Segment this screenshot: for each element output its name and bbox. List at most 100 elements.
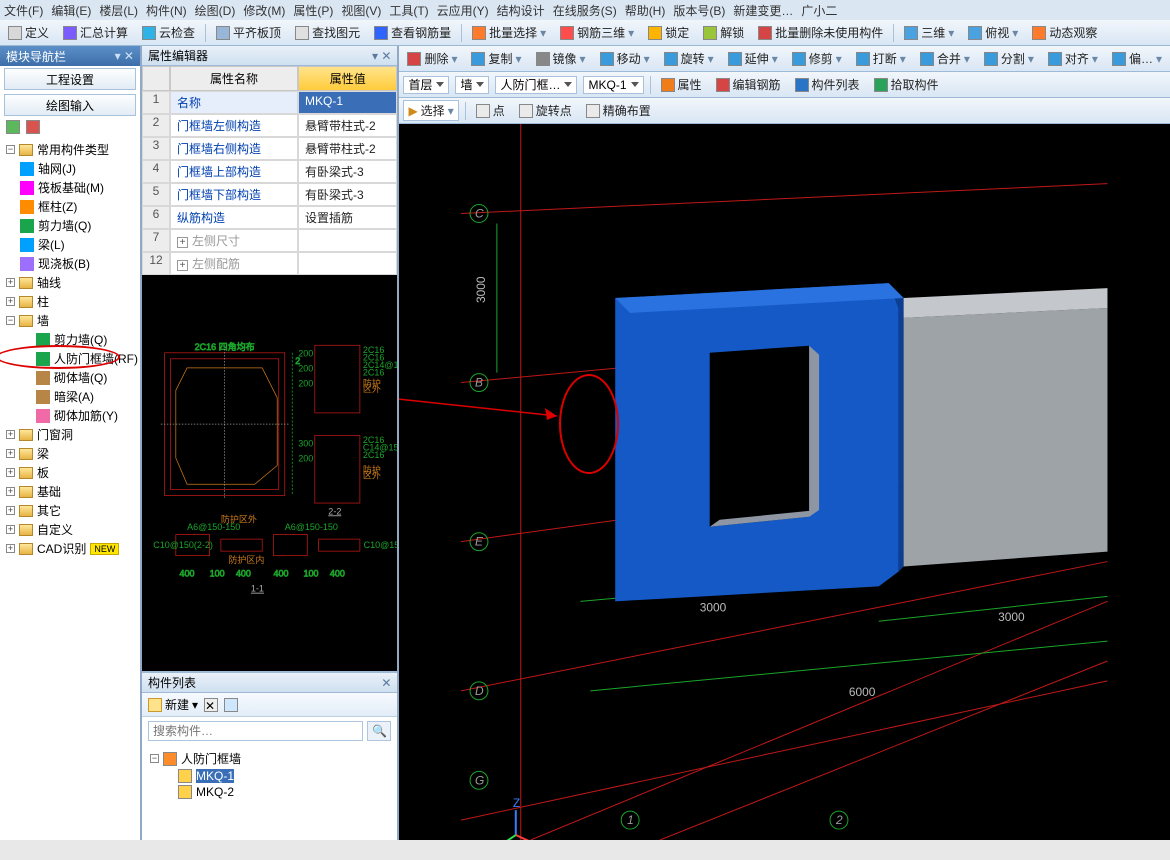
tree-leaf[interactable]: 筏板基础(M): [2, 178, 138, 197]
context-dropdown[interactable]: 人防门框…: [495, 76, 577, 94]
prop-row[interactable]: 6纵筋构造设置插筋: [142, 206, 397, 229]
menu-item[interactable]: 帮助(H): [625, 2, 666, 19]
edit-btn[interactable]: 对齐 ▾: [1044, 49, 1102, 68]
detail-drawing[interactable]: 2C16 四角均布 2 2C162C16 2C14@1502C16 2C16C1…: [142, 275, 397, 671]
toolbar-btn[interactable]: 查看钢筋量: [370, 23, 455, 42]
tree-group[interactable]: + 基础: [2, 482, 138, 501]
tree-leaf[interactable]: 框柱(Z): [2, 197, 138, 216]
tab-draw-input[interactable]: 绘图输入: [4, 94, 136, 116]
tree-leaf[interactable]: 剪力墙(Q): [2, 216, 138, 235]
prop-row[interactable]: 1名称MKQ-1: [142, 91, 397, 114]
menu-item[interactable]: 构件(N): [146, 2, 187, 19]
toolbar-btn[interactable]: 俯视▾: [964, 23, 1022, 42]
menu-item[interactable]: 属性(P): [293, 2, 333, 19]
context-tool[interactable]: 属性: [657, 75, 706, 94]
tree-leaf[interactable]: 现浇板(B): [2, 254, 138, 273]
tree-leaf[interactable]: 暗梁(A): [2, 387, 138, 406]
toolbar-btn[interactable]: 批量删除未使用构件: [754, 23, 887, 42]
tree-group[interactable]: + 轴线: [2, 273, 138, 292]
menu-item[interactable]: 在线服务(S): [553, 2, 617, 19]
menu-item[interactable]: 结构设计: [497, 2, 545, 19]
edit-btn[interactable]: 复制 ▾: [467, 49, 525, 68]
clist-search-input[interactable]: [148, 721, 363, 741]
edit-btn[interactable]: 延伸 ▾: [724, 49, 782, 68]
clist-delete-icon[interactable]: ✕: [204, 698, 218, 712]
context-dropdown[interactable]: 墙: [455, 76, 489, 94]
menu-item[interactable]: 工具(T): [389, 2, 428, 19]
edit-toolbar[interactable]: 删除 ▾ 复制 ▾ 镜像 ▾ 移动 ▾ 旋转 ▾ 延伸 ▾ 修剪 ▾ 打断 ▾ 合并 ▾ 分割 ▾…: [399, 46, 1170, 72]
tree-leaf[interactable]: 砌体加筋(Y): [2, 406, 138, 425]
tree-root[interactable]: − 常用构件类型: [2, 140, 138, 159]
menu-item[interactable]: 云应用(Y): [437, 2, 489, 19]
menu-item[interactable]: 新建变更…: [733, 2, 793, 19]
placement-btn[interactable]: 旋转点: [515, 101, 576, 120]
tree-leaf[interactable]: 轴网(J): [2, 159, 138, 178]
tab-project-settings[interactable]: 工程设置: [4, 68, 136, 90]
select-button[interactable]: ▶ 选择 ▾: [403, 100, 458, 121]
edit-btn[interactable]: 打断 ▾: [852, 49, 910, 68]
clist-root[interactable]: − 人防门框墙: [150, 749, 389, 768]
tree-group[interactable]: + 门窗洞: [2, 425, 138, 444]
edit-btn[interactable]: 修剪 ▾: [788, 49, 846, 68]
remove-icon[interactable]: [26, 120, 40, 134]
edit-btn[interactable]: 删除 ▾: [403, 49, 461, 68]
clist-tree[interactable]: − 人防门框墙 MKQ-1 MKQ-2: [142, 745, 397, 840]
clist-item[interactable]: MKQ-2: [150, 784, 389, 800]
clist-copy-icon[interactable]: [224, 698, 238, 712]
prop-row[interactable]: 7+左侧尺寸: [142, 229, 397, 252]
edit-btn[interactable]: 合并 ▾: [916, 49, 974, 68]
context-toolbar[interactable]: 首层墙人防门框…MKQ-1属性编辑钢筋构件列表拾取构件: [399, 72, 1170, 98]
toolbar-btn[interactable]: 批量选择▾: [468, 23, 550, 42]
edit-btn[interactable]: 分割 ▾: [980, 49, 1038, 68]
add-icon[interactable]: [6, 120, 20, 134]
property-grid[interactable]: 属性名称 属性值 1名称MKQ-12门框墙左侧构造悬臂带柱式-23门框墙右侧构造…: [142, 66, 397, 275]
placement-btn[interactable]: 精确布置: [582, 101, 655, 120]
tree-toolbar[interactable]: [0, 118, 140, 136]
placement-toolbar[interactable]: ▶ 选择 ▾ 点旋转点精确布置: [399, 98, 1170, 124]
context-dropdown[interactable]: MKQ-1: [583, 76, 643, 94]
tree-group[interactable]: + 其它: [2, 501, 138, 520]
menu-item[interactable]: 版本号(B): [673, 2, 725, 19]
edit-btn[interactable]: 镜像 ▾: [532, 49, 590, 68]
tree-leaf[interactable]: 剪力墙(Q): [2, 330, 138, 349]
menu-item[interactable]: 绘图(D): [195, 2, 236, 19]
menu-item[interactable]: 广小二: [801, 2, 837, 19]
tree-group[interactable]: + 自定义: [2, 520, 138, 539]
nav-panel-controls[interactable]: ▾ ✕: [115, 49, 134, 63]
toolbar-btn[interactable]: 查找图元: [291, 23, 364, 42]
clist-item[interactable]: MKQ-1: [150, 768, 389, 784]
menu-item[interactable]: 文件(F): [4, 2, 43, 19]
toolbar-btn[interactable]: 钢筋三维▾: [556, 23, 638, 42]
toolbar-btn[interactable]: 平齐板顶: [212, 23, 285, 42]
tree-group[interactable]: + 板: [2, 463, 138, 482]
clist-new-button[interactable]: 新建 ▾: [148, 696, 198, 713]
edit-btn[interactable]: 旋转 ▾: [660, 49, 718, 68]
tree-group[interactable]: + 柱: [2, 292, 138, 311]
edit-btn[interactable]: 移动 ▾: [596, 49, 654, 68]
menu-item[interactable]: 编辑(E): [51, 2, 91, 19]
prop-row[interactable]: 4门框墙上部构造有卧梁式-3: [142, 160, 397, 183]
toolbar-btn[interactable]: 云检查: [138, 23, 199, 42]
prop-row[interactable]: 2门框墙左侧构造悬臂带柱式-2: [142, 114, 397, 137]
placement-btn[interactable]: 点: [472, 101, 509, 120]
toolbar-btn[interactable]: 三维▾: [900, 23, 958, 42]
toolbar-btn[interactable]: 定义: [4, 23, 53, 42]
menu-item[interactable]: 修改(M): [243, 2, 285, 19]
prop-close-icon[interactable]: ▾ ✕: [372, 49, 391, 63]
clist-search-go[interactable]: 🔍: [367, 721, 391, 741]
toolbar-btn[interactable]: 汇总计算: [59, 23, 132, 42]
prop-row[interactable]: 12+左侧配筋: [142, 252, 397, 275]
tree-leaf[interactable]: 砌体墙(Q): [2, 368, 138, 387]
toolbar-btn[interactable]: 锁定: [644, 23, 693, 42]
tree-group[interactable]: − 墙: [2, 311, 138, 330]
toolbar-btn[interactable]: 动态观察: [1028, 23, 1101, 42]
context-dropdown[interactable]: 首层: [403, 76, 449, 94]
tree-group[interactable]: + 梁: [2, 444, 138, 463]
menu-item[interactable]: 视图(V): [341, 2, 381, 19]
context-tool[interactable]: 构件列表: [791, 75, 864, 94]
main-toolbar[interactable]: 定义汇总计算云检查平齐板顶查找图元查看钢筋量批量选择▾钢筋三维▾锁定解锁批量删除…: [0, 20, 1170, 46]
component-tree[interactable]: − 常用构件类型 轴网(J) 筏板基础(M) 框柱(Z) 剪力墙(Q) 梁(L)…: [0, 136, 140, 840]
context-tool[interactable]: 拾取构件: [870, 75, 943, 94]
clist-close-icon[interactable]: ✕: [381, 676, 391, 690]
prop-row[interactable]: 3门框墙右侧构造悬臂带柱式-2: [142, 137, 397, 160]
